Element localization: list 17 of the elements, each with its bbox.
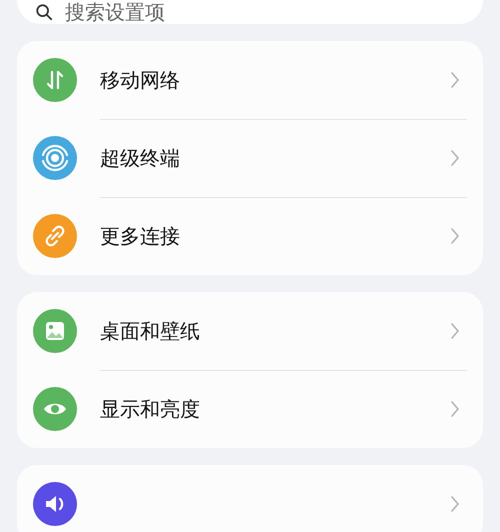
settings-item[interactable]: 桌面和壁纸 [33,292,467,370]
chevron-icon [450,322,460,340]
search-icon [35,3,53,21]
chevron-icon [450,400,460,418]
item-label: 桌面和壁纸 [100,318,201,344]
item-label: 超级终端 [100,144,181,172]
settings-item[interactable]: 移动网络 [33,41,467,119]
chevron-icon [450,227,460,245]
item-label: 移动网络 [100,66,181,94]
item-label: 更多连接 [100,222,181,250]
settings-item[interactable]: 更多连接 [33,197,467,275]
settings-item[interactable]: 超级终端 [33,119,467,197]
chevron-icon [450,71,460,89]
settings-item[interactable]: 显示和亮度 [33,370,467,448]
item-label: 显示和亮度 [100,396,201,422]
chevron-icon [450,495,460,513]
chevron-icon [450,149,460,167]
